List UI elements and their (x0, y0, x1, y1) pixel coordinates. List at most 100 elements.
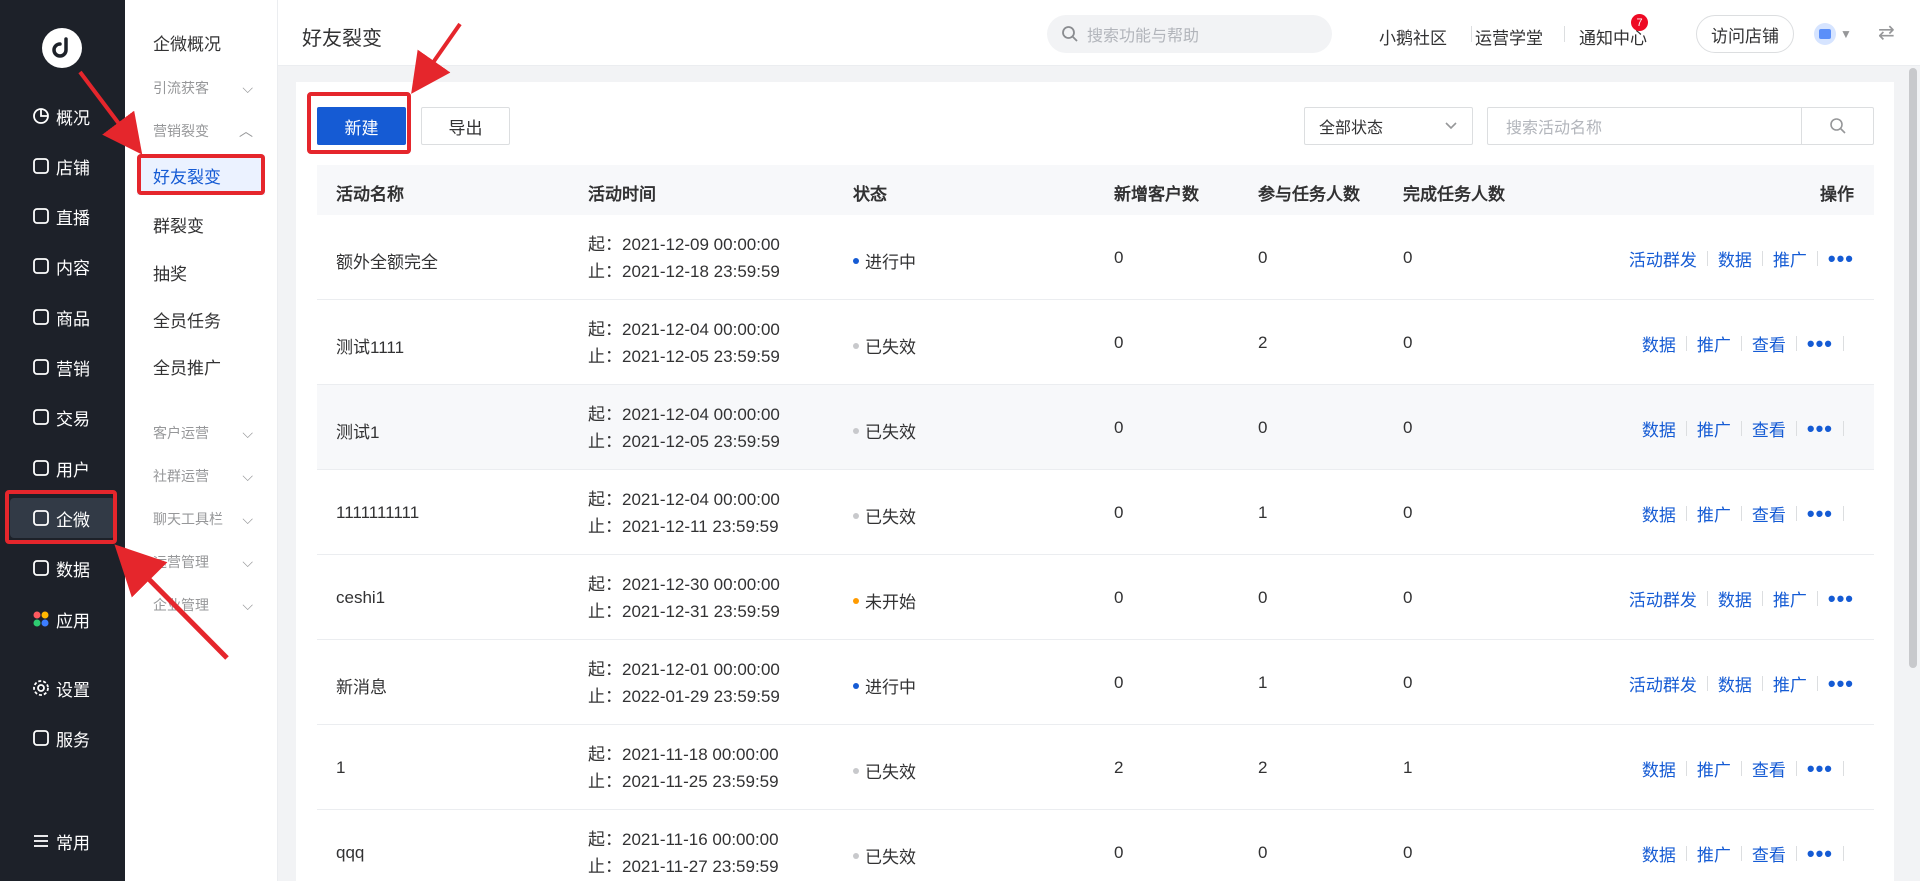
completed-count: 0 (1403, 843, 1413, 862)
nav-item-store[interactable]: 店铺 (10, 146, 115, 186)
sub-item-all-staff-promo[interactable]: 全员推广 (153, 354, 221, 379)
export-button[interactable]: 导出 (421, 107, 510, 145)
table-row[interactable]: 1 起：2021-11-18 00:00:00 止：2021-11-25 23:59… (317, 725, 1874, 810)
table-row[interactable]: 测试1111 起：2021-12-04 00:00:00 止：2021-12-05 … (317, 300, 1874, 385)
sub-item-overview[interactable]: 企微概况 (153, 30, 221, 55)
joined-count: 1 (1258, 673, 1268, 692)
more-icon[interactable]: ••• (1807, 842, 1833, 865)
product-icon (32, 308, 50, 326)
store-switcher[interactable]: ▼ (1814, 23, 1852, 45)
action-link[interactable]: 查看 (1752, 416, 1786, 441)
action-link[interactable]: 查看 (1752, 501, 1786, 526)
link-community[interactable]: 小鹅社区 (1379, 24, 1447, 49)
link-academy[interactable]: 运营学堂 (1475, 24, 1543, 49)
nav-item-label: 内容 (56, 258, 90, 278)
divider (1795, 506, 1797, 521)
action-link[interactable]: 推广 (1697, 756, 1731, 781)
visit-store-button[interactable]: 访问店铺 (1696, 15, 1794, 53)
sub-item-all-staff-task[interactable]: 全员任务 (153, 307, 221, 332)
vertical-scrollbar[interactable] (1909, 68, 1917, 668)
sub-group-ops-management[interactable]: 运营管理 ⌵ (153, 552, 253, 572)
nav-item-gear[interactable]: 设置 (10, 668, 115, 708)
nav-item-wecom[interactable]: 企微 (10, 498, 115, 538)
more-icon[interactable]: ••• (1807, 417, 1833, 440)
more-icon[interactable]: ••• (1828, 587, 1854, 610)
action-link[interactable]: 推广 (1697, 841, 1731, 866)
sub-group-chat-toolbar[interactable]: 聊天工具栏 ⌵ (153, 509, 253, 529)
action-link[interactable]: 推广 (1697, 501, 1731, 526)
sub-item-friend-fission[interactable]: 好友裂变 (137, 155, 265, 195)
table-row[interactable]: qqq 起：2021-11-16 00:00:00 止：2021-11-27 23:… (317, 810, 1874, 881)
action-link[interactable]: 数据 (1718, 246, 1752, 271)
new-customers-count: 0 (1114, 673, 1124, 692)
nav-item-service[interactable]: 服务 (10, 718, 115, 758)
action-link[interactable]: 推广 (1773, 246, 1807, 271)
table-row[interactable]: 1111111111 起：2021-12-04 00:00:00 止：2021-12… (317, 470, 1874, 555)
action-link[interactable]: 查看 (1752, 756, 1786, 781)
sub-group-customer-ops[interactable]: 客户运营 ⌵ (153, 423, 253, 443)
status-filter-select[interactable]: 全部状态 (1304, 107, 1473, 145)
action-link[interactable]: 推广 (1697, 331, 1731, 356)
more-icon[interactable]: ••• (1807, 502, 1833, 525)
logo-icon[interactable] (42, 28, 82, 68)
activity-search-input[interactable]: 搜索活动名称 (1487, 107, 1874, 145)
new-customers-count: 2 (1114, 758, 1124, 777)
action-link[interactable]: 活动群发 (1629, 246, 1697, 271)
nav-item-label: 用户 (56, 460, 90, 480)
action-link[interactable]: 数据 (1642, 501, 1676, 526)
nav-item-apps[interactable]: 应用 (10, 599, 115, 639)
action-link[interactable]: 查看 (1752, 331, 1786, 356)
action-link[interactable]: 数据 (1718, 671, 1752, 696)
action-link[interactable]: 数据 (1718, 586, 1752, 611)
sub-item-group-fission[interactable]: 群裂变 (153, 212, 204, 237)
search-button[interactable] (1801, 108, 1873, 144)
start-time: 起：2021-11-18 00:00:00 (588, 745, 779, 764)
table-row[interactable]: 测试1 起：2021-12-04 00:00:00 止：2021-12-05 23:… (317, 385, 1874, 470)
activity-time: 起：2021-12-09 00:00:00 止：2021-12-18 23:59:… (588, 231, 780, 285)
action-link[interactable]: 数据 (1642, 416, 1676, 441)
table-row[interactable]: 新消息 起：2021-12-01 00:00:00 止：2022-01-29 23:… (317, 640, 1874, 725)
sub-item-lottery[interactable]: 抽奖 (153, 260, 187, 285)
table-row[interactable]: 额外全额完全 起：2021-12-09 00:00:00 止：2021-12-18 … (317, 215, 1874, 300)
action-link[interactable]: 推广 (1697, 416, 1731, 441)
nav-item-transaction[interactable]: 交易 (10, 397, 115, 437)
start-time: 起：2021-12-09 00:00:00 (588, 235, 780, 254)
action-link[interactable]: 数据 (1642, 841, 1676, 866)
more-icon[interactable]: ••• (1807, 332, 1833, 355)
activity-name: 新消息 (336, 678, 387, 697)
nav-item-live[interactable]: 直播 (10, 196, 115, 236)
action-link[interactable]: 查看 (1752, 841, 1786, 866)
nav-item-pie-chart[interactable]: 概况 (10, 96, 115, 136)
status-label: 未开始 (865, 593, 916, 612)
more-icon[interactable]: ••• (1807, 757, 1833, 780)
action-link[interactable]: 数据 (1642, 756, 1676, 781)
status-badge: 进行中 (853, 248, 916, 273)
col-name: 活动名称 (336, 185, 404, 204)
action-link[interactable]: 活动群发 (1629, 586, 1697, 611)
activity-time: 起：2021-12-04 00:00:00 止：2021-12-05 23:59:… (588, 316, 780, 370)
table-row[interactable]: ceshi1 起：2021-12-30 00:00:00 止：2021-12-31 … (317, 555, 1874, 640)
sub-group-viral[interactable]: 营销裂变 ︿ (153, 121, 253, 141)
nav-item-product[interactable]: 商品 (10, 297, 115, 337)
joined-count: 0 (1258, 843, 1268, 862)
sub-group-enterprise-management[interactable]: 企业管理 ⌵ (153, 595, 253, 615)
new-button[interactable]: 新建 (317, 107, 406, 145)
nav-item-megaphone[interactable]: 营销 (10, 347, 115, 387)
status-dot-icon (853, 512, 859, 519)
sub-group-acquisition[interactable]: 引流获客 ⌵ (153, 78, 253, 98)
global-search-input[interactable]: 搜索功能与帮助 (1047, 15, 1332, 53)
switch-icon[interactable]: ⇄ (1878, 20, 1895, 45)
action-link[interactable]: 推广 (1773, 586, 1807, 611)
more-icon[interactable]: ••• (1828, 247, 1854, 270)
nav-item-document[interactable]: 内容 (10, 246, 115, 286)
action-link[interactable]: 活动群发 (1629, 671, 1697, 696)
action-link[interactable]: 数据 (1642, 331, 1676, 356)
sub-group-community-ops[interactable]: 社群运营 ⌵ (153, 466, 253, 486)
more-icon[interactable]: ••• (1828, 672, 1854, 695)
nav-item-data[interactable]: 数据 (10, 548, 115, 588)
nav-item-menu[interactable]: 常用 (10, 821, 115, 861)
col-time: 活动时间 (588, 185, 656, 204)
end-time: 止：2021-12-05 23:59:59 (588, 347, 780, 366)
action-link[interactable]: 推广 (1773, 671, 1807, 696)
nav-item-user[interactable]: 用户 (10, 448, 115, 488)
